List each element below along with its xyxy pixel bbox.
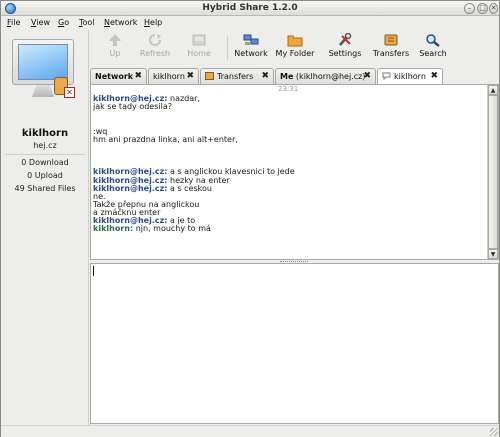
window-title: Hybrid Share 1.2.0: [202, 3, 298, 13]
tab-kiklhorn-chat[interactable]: kiklhorn ✖: [377, 68, 443, 85]
search-icon: [426, 34, 440, 47]
network-button[interactable]: Network: [227, 33, 275, 63]
message-sender: kiklhorn:: [93, 224, 134, 234]
up-arrow-icon: [109, 34, 121, 46]
tab-close-icon[interactable]: ✖: [363, 71, 371, 81]
resize-grip-icon[interactable]: [490, 428, 498, 436]
menu-go[interactable]: Go: [58, 18, 69, 27]
scroll-down-arrow-icon[interactable]: ▼: [488, 249, 498, 259]
folder-icon: [287, 35, 303, 47]
menu-tool[interactable]: Tool: [79, 18, 95, 27]
chat-message: jak se tady odesila?: [93, 102, 172, 111]
home-button[interactable]: Home: [175, 33, 223, 63]
message-text: nazdar,: [167, 94, 200, 103]
shared-folder-badge-icon: ✕: [54, 75, 76, 99]
message-text: njn, mouchy to má: [133, 224, 211, 234]
message-input[interactable]: [90, 263, 499, 424]
menu-file[interactable]: File: [7, 18, 20, 27]
tab-close-icon[interactable]: ✖: [134, 71, 142, 81]
shared-files-count: 49 Shared Files: [14, 184, 76, 193]
message-text: hm ani prazdna linka, ani alt+enter,: [93, 134, 238, 144]
menu-network[interactable]: Network: [104, 18, 137, 27]
tab-network[interactable]: Network ✖: [90, 68, 147, 84]
app-window: Hybrid Share 1.2.0 – □ ✕ File View Go To…: [0, 0, 500, 437]
scroll-up-arrow-icon[interactable]: ▲: [488, 85, 498, 95]
my-folder-button[interactable]: My Folder: [271, 33, 319, 63]
tab-bar: Network ✖ kiklhorn ✖ Transfers ✖ Me (kik…: [90, 68, 499, 85]
tab-close-icon[interactable]: ✖: [430, 71, 438, 81]
message-text: jak se tady odesila?: [93, 102, 172, 112]
chat-bubble-icon: [382, 72, 391, 80]
chat-scrollbar[interactable]: ▲ ▼: [487, 85, 498, 259]
close-button[interactable]: ✕: [489, 3, 498, 14]
refresh-icon: [149, 34, 161, 46]
search-button[interactable]: Search: [409, 33, 457, 63]
status-bar: [1, 425, 499, 437]
toolbar: Up Refresh Home Network My Folder Settin…: [91, 30, 499, 65]
chat-message: hm ani prazdna linka, ani alt+enter,: [93, 135, 238, 144]
chat-transcript[interactable]: 23:31 kiklhorn@hej.cz: nazdar, jak se tad…: [90, 84, 499, 260]
computer-avatar-icon: ✕: [10, 37, 80, 107]
tab-close-icon[interactable]: ✖: [261, 71, 269, 81]
settings-button[interactable]: Settings: [321, 33, 369, 63]
menu-bar: File View Go Tool Network Help: [1, 16, 499, 30]
text-caret: [93, 266, 94, 276]
tab-transfers[interactable]: Transfers ✖: [200, 68, 274, 84]
scroll-thumb[interactable]: [488, 95, 498, 249]
title-bar[interactable]: Hybrid Share 1.2.0 – □ ✕: [1, 1, 499, 16]
message-text: a s ceskou: [167, 183, 212, 193]
home-icon: [192, 34, 206, 46]
chat-message: kiklhorn: njn, mouchy to má: [93, 224, 211, 233]
tab-close-icon[interactable]: ✖: [186, 71, 194, 81]
transfers-button[interactable]: Transfers: [367, 33, 415, 63]
tab-kiklhorn-browse[interactable]: kiklhorn ✖: [148, 68, 199, 84]
download-count: 0 Download: [21, 158, 69, 167]
upload-count: 0 Upload: [27, 171, 63, 180]
tab-me[interactable]: Me (kiklhorn@hej.cz) ✖: [275, 68, 376, 84]
timestamp: 23:31: [278, 85, 299, 93]
menu-help[interactable]: Help: [144, 18, 162, 27]
minimize-button[interactable]: –: [464, 3, 475, 14]
user-name: kiklhorn: [21, 128, 69, 139]
transfers-icon: [205, 72, 214, 80]
chat-message: kiklhorn@hej.cz: a s ceskou: [93, 184, 212, 193]
network-icon: [243, 34, 259, 45]
transfers-icon: [384, 34, 398, 46]
user-host: hej.cz: [33, 141, 57, 150]
divider: [5, 154, 85, 155]
user-panel: ✕ kiklhorn hej.cz 0 Download 0 Upload 49…: [1, 30, 89, 437]
refresh-button[interactable]: Refresh: [131, 33, 179, 63]
menu-view[interactable]: View: [31, 18, 50, 27]
maximize-button[interactable]: □: [477, 3, 488, 14]
tools-icon: [339, 33, 352, 46]
